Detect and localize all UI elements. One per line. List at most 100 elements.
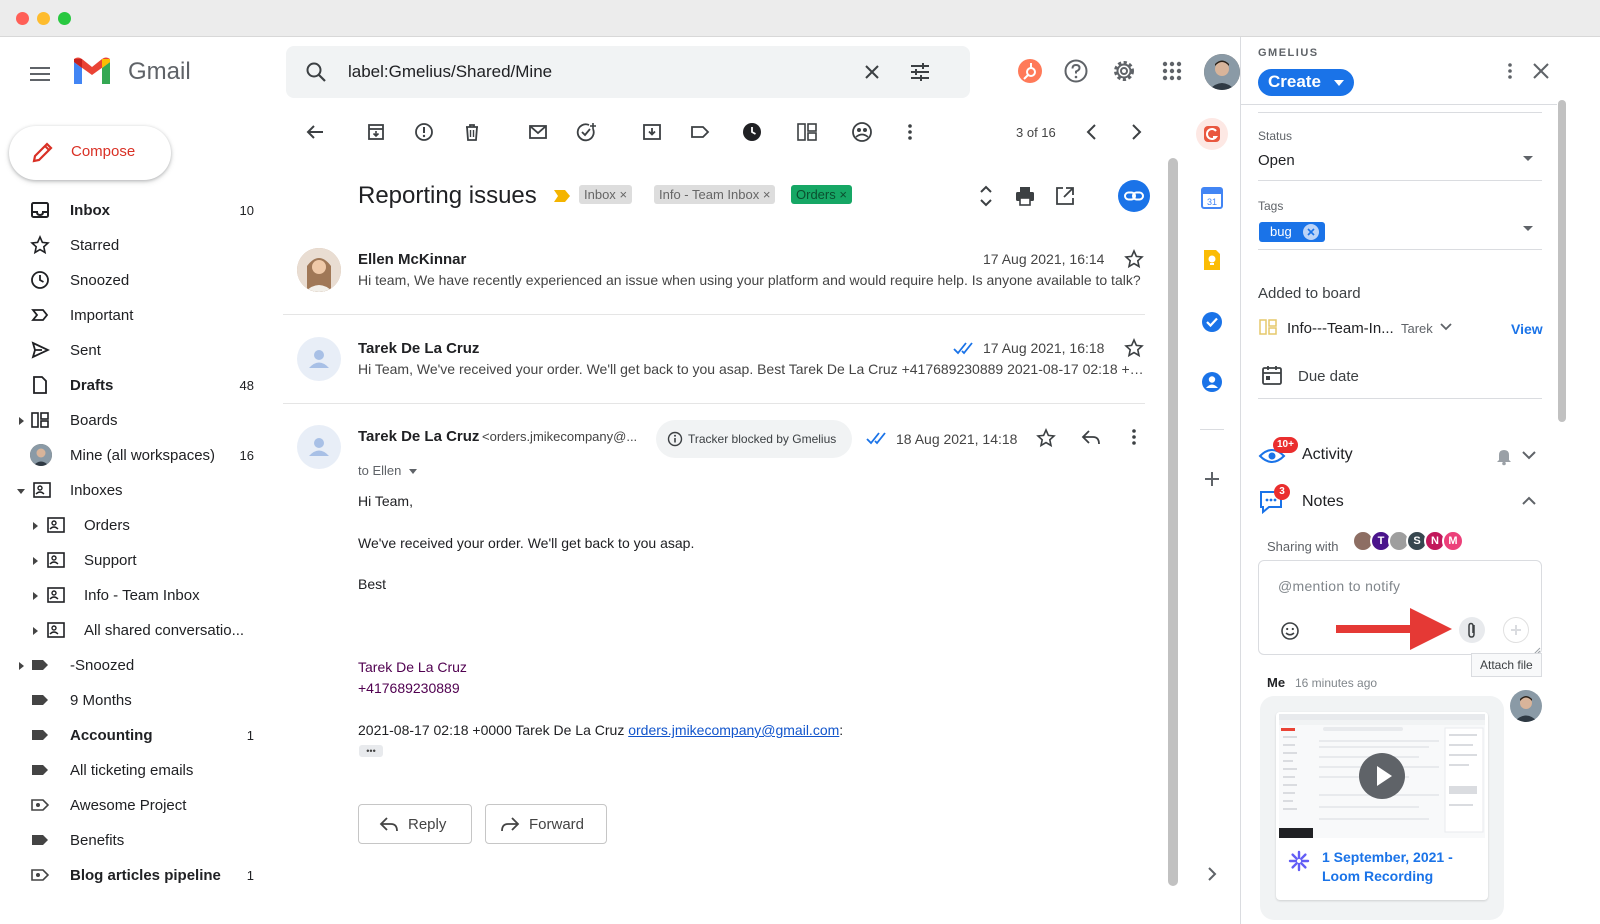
sidebar-item-support[interactable]: Support [0, 543, 262, 578]
remove-label-icon[interactable]: × [763, 187, 771, 202]
gmelius-people-icon[interactable] [850, 120, 874, 144]
create-button[interactable]: Create [1258, 69, 1354, 96]
note-input[interactable]: @mention to notify [1278, 578, 1400, 594]
expand-caret-icon[interactable] [33, 592, 38, 600]
read-receipt-icon[interactable] [953, 340, 977, 356]
contacts-addon-icon[interactable] [1200, 370, 1224, 394]
emoji-icon[interactable] [1280, 621, 1300, 641]
show-trimmed-content-button[interactable]: ••• [359, 745, 383, 757]
tracker-blocked-badge[interactable]: Tracker blocked by Gmelius [656, 420, 852, 458]
sidebar-item-blog-articles[interactable]: Blog articles pipeline 1 [0, 858, 262, 893]
sidebar-item-accounting[interactable]: Accounting 1 [0, 718, 262, 753]
tasks-addon-icon[interactable] [1200, 310, 1224, 334]
sidebar-item-mine[interactable]: Mine (all workspaces) 16 [0, 438, 262, 473]
star-icon[interactable] [1124, 249, 1144, 269]
share-link-button[interactable] [1118, 180, 1150, 212]
star-icon[interactable] [1036, 428, 1056, 448]
tags-select[interactable]: bug [1258, 215, 1542, 249]
sidebar-item-boards[interactable]: Boards [0, 403, 262, 438]
signature-phone[interactable]: +417689230889 [358, 680, 460, 696]
more-vert-icon[interactable] [1124, 427, 1144, 447]
report-spam-icon[interactable] [412, 120, 436, 144]
forward-button[interactable]: Forward [485, 804, 607, 844]
status-select[interactable]: Open [1258, 145, 1542, 179]
notes-label[interactable]: Notes [1302, 493, 1344, 511]
board-name[interactable]: Info---Team-In... [1287, 320, 1394, 337]
compose-button[interactable]: Compose [9, 126, 171, 180]
main-menu-icon[interactable] [26, 60, 54, 88]
search-icon[interactable] [304, 60, 328, 84]
zoom-window-button[interactable] [58, 12, 71, 25]
sidebar-item-important[interactable]: Important [0, 298, 262, 333]
sidebar-item-benefits[interactable]: Benefits [0, 823, 262, 858]
archive-icon[interactable] [364, 120, 388, 144]
keep-addon-icon[interactable] [1200, 248, 1224, 272]
dropdown-caret-icon[interactable] [409, 469, 417, 475]
activity-label[interactable]: Activity [1302, 446, 1353, 464]
remove-label-icon[interactable]: × [839, 187, 847, 202]
due-date-field[interactable]: Due date [1298, 368, 1359, 385]
add-to-board-icon[interactable] [795, 120, 819, 144]
collapse-caret-icon[interactable] [17, 489, 25, 494]
print-icon[interactable] [1014, 185, 1036, 207]
sidebar-item-starred[interactable]: Starred [0, 228, 262, 263]
loom-title-link[interactable]: 1 September, 2021 - Loom Recording [1322, 848, 1472, 886]
label-chip-info-team-inbox[interactable]: Info - Team Inbox × [654, 185, 776, 204]
mail-scrollbar[interactable] [1168, 158, 1178, 886]
panel-more-vert-icon[interactable] [1500, 61, 1520, 81]
expand-activity-chevron-icon[interactable] [1521, 448, 1537, 462]
reply-button[interactable]: Reply [358, 804, 472, 844]
sidebar-item-all-ticketing[interactable]: All ticketing emails [0, 753, 262, 788]
snooze-clock-icon[interactable] [740, 120, 764, 144]
play-button[interactable] [1359, 753, 1405, 799]
open-new-window-icon[interactable] [1054, 185, 1076, 207]
label-chip-inbox[interactable]: Inbox × [579, 185, 633, 204]
remove-label-icon[interactable]: × [619, 187, 627, 202]
view-board-link[interactable]: View [1511, 321, 1543, 337]
delete-icon[interactable] [460, 120, 484, 144]
label-chip-orders[interactable]: Orders × [791, 185, 852, 204]
add-note-button[interactable] [1503, 617, 1529, 643]
sidebar-item-9-months[interactable]: 9 Months [0, 683, 262, 718]
search-input[interactable]: label:Gmelius/Shared/Mine [348, 62, 552, 82]
message-snippet[interactable]: Hi team, We have recently experienced an… [358, 272, 1144, 288]
sidebar-item-inboxes[interactable]: Inboxes [0, 473, 262, 508]
panel-scrollbar[interactable] [1558, 100, 1566, 422]
get-addons-plus-icon[interactable] [1200, 467, 1224, 491]
back-arrow-icon[interactable] [303, 120, 327, 144]
gmail-logo-icon[interactable] [72, 56, 112, 86]
sidebar-item-snoozed-label[interactable]: -Snoozed [0, 648, 262, 683]
sidebar-item-snoozed[interactable]: Snoozed [0, 263, 262, 298]
calendar-addon-icon[interactable]: 31 [1200, 186, 1224, 210]
message-sender[interactable]: Ellen McKinnar [358, 251, 466, 268]
board-owner[interactable]: Tarek [1401, 321, 1433, 336]
close-window-button[interactable] [16, 12, 29, 25]
expand-panel-chevron-icon[interactable] [1202, 864, 1222, 884]
read-receipt-icon[interactable] [866, 430, 890, 446]
importance-marker-icon[interactable] [553, 188, 571, 204]
board-owner-dropdown-icon[interactable] [1439, 322, 1453, 332]
sidebar-item-drafts[interactable]: Drafts 48 [0, 368, 262, 403]
sidebar-item-inbox[interactable]: Inbox 10 [0, 193, 262, 228]
hubspot-icon[interactable] [1016, 57, 1044, 85]
older-chevron-icon[interactable] [1124, 120, 1148, 144]
tag-chip-bug[interactable]: bug [1259, 222, 1325, 242]
expand-caret-icon[interactable] [33, 522, 38, 530]
expand-caret-icon[interactable] [19, 417, 24, 425]
search-options-icon[interactable] [908, 60, 932, 84]
label-as-icon[interactable] [688, 120, 712, 144]
star-icon[interactable] [1124, 338, 1144, 358]
expand-caret-icon[interactable] [33, 557, 38, 565]
search-bar[interactable]: label:Gmelius/Shared/Mine [286, 46, 970, 98]
sidebar-item-sent[interactable]: Sent [0, 333, 262, 368]
share-member-avatar[interactable]: M [1442, 530, 1464, 552]
expand-all-icon[interactable] [976, 184, 996, 208]
collapse-notes-chevron-icon[interactable] [1521, 494, 1537, 508]
loom-thumbnail[interactable] [1279, 714, 1485, 838]
google-apps-icon[interactable] [1158, 57, 1186, 85]
settings-gear-icon[interactable] [1110, 57, 1138, 85]
mark-unread-icon[interactable] [526, 120, 550, 144]
notification-bell-icon[interactable] [1494, 446, 1514, 466]
reply-icon[interactable] [1080, 427, 1102, 447]
message-sender[interactable]: Tarek De La Cruz [358, 340, 479, 357]
